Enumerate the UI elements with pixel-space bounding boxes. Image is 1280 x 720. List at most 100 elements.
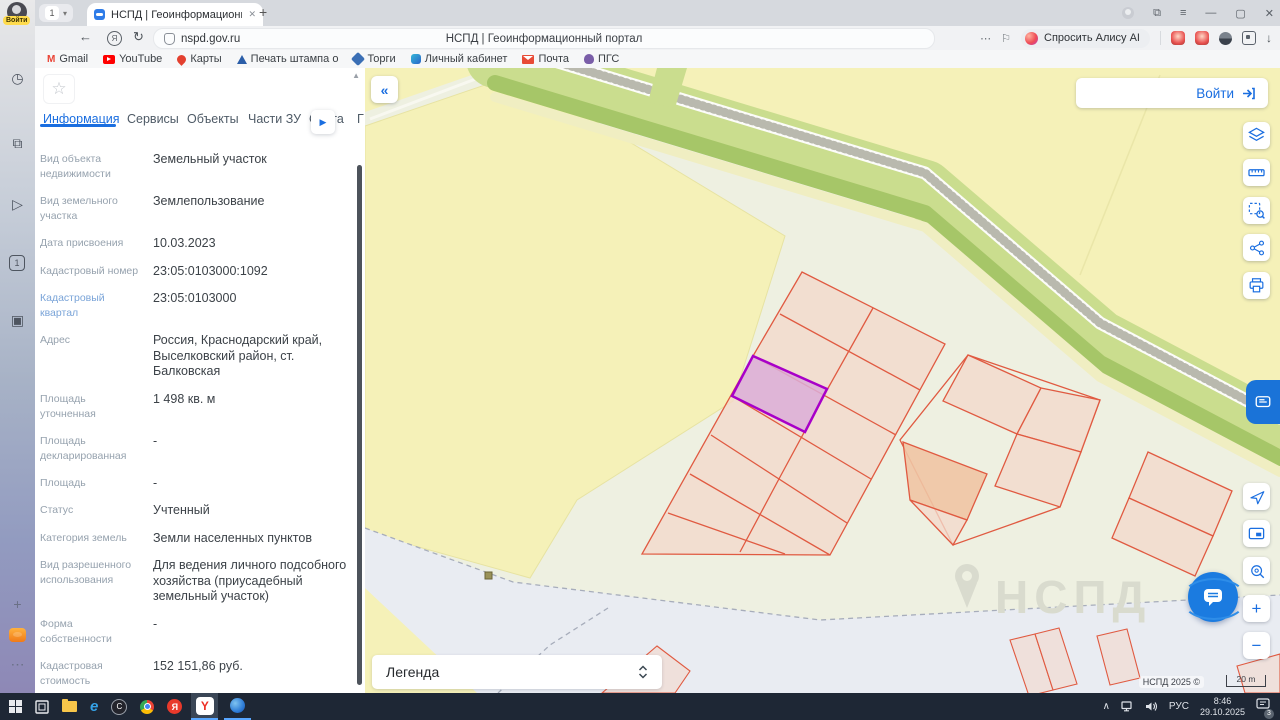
zoom-in-button[interactable]: + [1243, 595, 1270, 622]
tab-group[interactable]: 1 ▾ [39, 4, 74, 22]
reload-button[interactable]: ↻ [133, 29, 144, 45]
zoom-out-button[interactable]: − [1243, 632, 1270, 659]
bookmark-pgs[interactable]: ПГС [584, 53, 619, 65]
overview-map-button[interactable] [1243, 520, 1270, 547]
yandex-browser-button-active[interactable]: Y [191, 693, 219, 720]
torgi-icon [351, 51, 366, 67]
minimize-button[interactable]: — [1205, 7, 1216, 19]
address-bar[interactable]: nspd.gov.ru НСПД | Геоинформационный пор… [153, 28, 935, 49]
favorite-star-icon[interactable]: ☆ [43, 74, 75, 104]
cadastral-map[interactable]: НСПД [365, 68, 1280, 693]
running-app-button[interactable] [224, 693, 252, 720]
yandex-app-button[interactable]: Я [167, 699, 183, 714]
add-panel-icon[interactable]: + [0, 596, 35, 612]
chat-assistant-button[interactable] [1181, 572, 1247, 622]
layers-icon [1248, 127, 1265, 141]
folder-icon [62, 699, 77, 712]
bookmarks-bar: M Gmail YouTube Карты Печать штампа о Тор… [35, 50, 1280, 69]
bookmark-youtube[interactable]: YouTube [103, 53, 162, 65]
ask-alice-button[interactable]: Спросить Алису AI [1021, 28, 1150, 48]
browser-tab[interactable]: НСПД | Геоинформационный портал ✕ [87, 3, 263, 26]
bookmark-flag-icon[interactable]: ⚐ [1001, 32, 1011, 45]
print-button[interactable] [1243, 272, 1270, 299]
new-tab-button[interactable]: + [259, 4, 267, 20]
history-icon[interactable]: ◷ [0, 70, 35, 87]
my-location-button[interactable] [1243, 483, 1270, 510]
app-button[interactable]: C [111, 698, 128, 715]
action-center-button[interactable]: 3 [1256, 697, 1274, 719]
svg-text:НСПД: НСПД [995, 571, 1151, 623]
close-button[interactable]: ✕ [1265, 7, 1274, 20]
tab-services[interactable]: Сервисы [127, 112, 179, 126]
start-button[interactable] [9, 700, 22, 713]
tray-expand-icon[interactable]: ∧ [1103, 701, 1110, 712]
restore-button[interactable]: ▢ [1235, 7, 1245, 20]
screenshot-icon[interactable]: ▣ [0, 312, 35, 329]
site-badge-icon[interactable] [164, 32, 175, 45]
legend-toggle[interactable]: Легенда [372, 655, 662, 689]
select-area-button[interactable] [1243, 197, 1270, 224]
field-row: Кадастровая стоимость 152 151,86 руб. [40, 658, 243, 687]
bookmark-mail[interactable]: Почта [522, 53, 569, 65]
chat-bubble-icon [1204, 589, 1222, 606]
clock[interactable]: 8:46 29.10.2025 [1200, 696, 1245, 717]
legend-label: Легенда [386, 664, 440, 680]
bookmark-maps[interactable]: Карты [175, 52, 222, 66]
menu-icon[interactable]: ≡ [1180, 7, 1186, 19]
extension-icon[interactable] [1195, 31, 1209, 45]
bookmark-gmail[interactable]: M Gmail [47, 53, 88, 65]
chrome-button[interactable] [140, 699, 155, 714]
side-panels-icon[interactable]: ⧉ [1153, 7, 1161, 20]
collapse-panel-button[interactable]: « [371, 76, 398, 103]
internet-explorer-button[interactable]: e [90, 699, 98, 714]
search-location-button[interactable] [1243, 557, 1270, 584]
file-explorer-button[interactable] [62, 699, 77, 712]
layers-button[interactable] [1243, 122, 1270, 149]
task-view-button[interactable] [35, 699, 49, 714]
back-button[interactable]: ← [79, 29, 92, 44]
measure-button[interactable] [1243, 159, 1270, 186]
tab-close-icon[interactable]: ✕ [248, 9, 256, 20]
bookmark-stamp[interactable]: Печать штампа о [236, 53, 338, 65]
time: 8:46 [1213, 696, 1232, 707]
video-icon[interactable]: ▷ [0, 196, 35, 213]
volume-icon[interactable] [1145, 701, 1158, 712]
tab-objects[interactable]: Объекты [187, 112, 239, 126]
profile-avatar[interactable] [1122, 7, 1135, 19]
feedback-side-tab[interactable] [1246, 380, 1280, 424]
more-icon[interactable]: ⋯ [980, 32, 991, 45]
tab-title: НСПД | Геоинформационный портал [111, 8, 242, 21]
youtube-icon [103, 54, 116, 64]
feed-icon[interactable]: ⧉ [0, 135, 35, 152]
extension-icon[interactable] [1219, 31, 1232, 45]
map-canvas[interactable]: НСПД « Войти + − Легенда НСПД 2025 © 20 … [365, 68, 1280, 693]
tab-group-count: 1 [45, 6, 59, 20]
network-icon[interactable] [1121, 701, 1134, 712]
tabs-counter-icon[interactable]: 1 [9, 255, 25, 271]
map-building-marker[interactable] [484, 571, 493, 580]
login-badge[interactable]: Войти [3, 16, 31, 25]
bookmark-account[interactable]: Личный кабинет [410, 53, 507, 65]
yandex-search-icon[interactable]: Я [107, 31, 122, 46]
map-login-button[interactable]: Войти [1076, 78, 1268, 108]
tab-next-partial[interactable]: Г [357, 112, 364, 126]
browser-side-rail: Войти ◷ ⧉ ▷ 1 ▣ + ⋯ [0, 0, 35, 693]
scroll-up-icon[interactable]: ▲ [352, 71, 360, 80]
cadastral-quarter-link[interactable]: Кадастровый квартал [40, 291, 144, 321]
rail-more-icon[interactable]: ⋯ [0, 656, 35, 673]
share-button[interactable] [1243, 234, 1270, 261]
windows-icon [9, 700, 22, 713]
panel-scrollbar[interactable] [357, 165, 362, 685]
yandex-services-icon[interactable] [9, 628, 26, 642]
extensions-icon[interactable] [1242, 31, 1256, 45]
tabs-scroll-right-button[interactable]: ▶ [311, 110, 335, 134]
stamp-icon [236, 54, 247, 64]
chevron-down-icon: ▾ [63, 8, 68, 18]
nspd-favicon-icon [94, 9, 105, 20]
extension-icon[interactable] [1171, 31, 1185, 45]
downloads-icon[interactable]: ↓ [1266, 31, 1272, 45]
bookmark-torgi[interactable]: Торги [351, 51, 396, 67]
language-indicator[interactable]: РУС [1169, 701, 1189, 712]
app-icon: C [111, 698, 128, 715]
tab-parcel-parts[interactable]: Части ЗУ [248, 112, 301, 126]
